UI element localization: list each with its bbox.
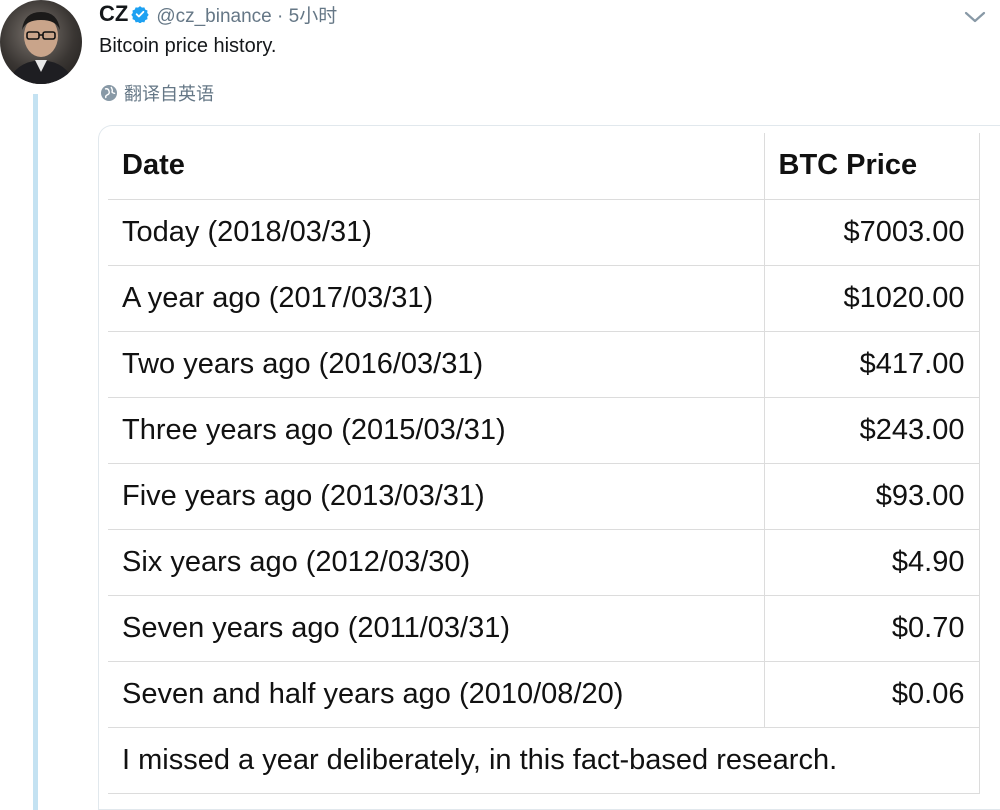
price-column-header: BTC Price: [763, 133, 980, 200]
table-row: Two years ago (2016/03/31) $417.00: [108, 330, 980, 398]
table-row: Three years ago (2015/03/31) $243.00: [108, 396, 980, 464]
tweet-text: Bitcoin price history.: [99, 35, 277, 57]
table-row: Five years ago (2013/03/31) $93.00: [108, 462, 980, 530]
date-cell: A year ago (2017/03/31): [108, 264, 765, 332]
table-header-row: Date BTC Price: [108, 133, 980, 200]
chevron-down-icon[interactable]: [962, 8, 988, 26]
date-cell: Today (2018/03/31): [108, 198, 765, 266]
tweet-header: CZ @cz_binance · 5小时: [99, 1, 337, 27]
price-cell: $1020.00: [763, 264, 980, 332]
globe-icon: [100, 84, 118, 102]
avatar[interactable]: [0, 0, 82, 84]
handle-and-time[interactable]: @cz_binance · 5小时: [156, 1, 337, 28]
price-cell: $7003.00: [763, 198, 980, 266]
date-cell: Five years ago (2013/03/31): [108, 462, 765, 530]
table-row: Six years ago (2012/03/30) $4.90: [108, 528, 980, 596]
price-cell: $93.00: [763, 462, 980, 530]
date-cell: Six years ago (2012/03/30): [108, 528, 765, 596]
table-note: I missed a year deliberately, in this fa…: [108, 726, 980, 794]
date-cell: Two years ago (2016/03/31): [108, 330, 765, 398]
table-row: Seven years ago (2011/03/31) $0.70: [108, 594, 980, 662]
date-cell: Seven years ago (2011/03/31): [108, 594, 765, 662]
price-cell: $243.00: [763, 396, 980, 464]
author-name[interactable]: CZ: [99, 1, 128, 27]
price-cell: $4.90: [763, 528, 980, 596]
table-row: Seven and half years ago (2010/08/20) $0…: [108, 660, 980, 728]
table-note-row: I missed a year deliberately, in this fa…: [108, 726, 980, 794]
date-cell: Seven and half years ago (2010/08/20): [108, 660, 765, 728]
verified-badge-icon: [131, 5, 150, 23]
table-row: A year ago (2017/03/31) $1020.00: [108, 264, 980, 332]
thread-line: [33, 94, 38, 810]
price-cell: $417.00: [763, 330, 980, 398]
price-cell: $0.06: [763, 660, 980, 728]
translate-link[interactable]: 翻译自英语: [100, 82, 214, 104]
translate-label: 翻译自英语: [124, 84, 214, 104]
date-column-header: Date: [108, 133, 765, 200]
price-table: Date BTC Price Today (2018/03/31) $7003.…: [108, 133, 980, 794]
table-row: Today (2018/03/31) $7003.00: [108, 198, 980, 266]
avatar-photo: [8, 12, 74, 84]
price-cell: $0.70: [763, 594, 980, 662]
date-cell: Three years ago (2015/03/31): [108, 396, 765, 464]
